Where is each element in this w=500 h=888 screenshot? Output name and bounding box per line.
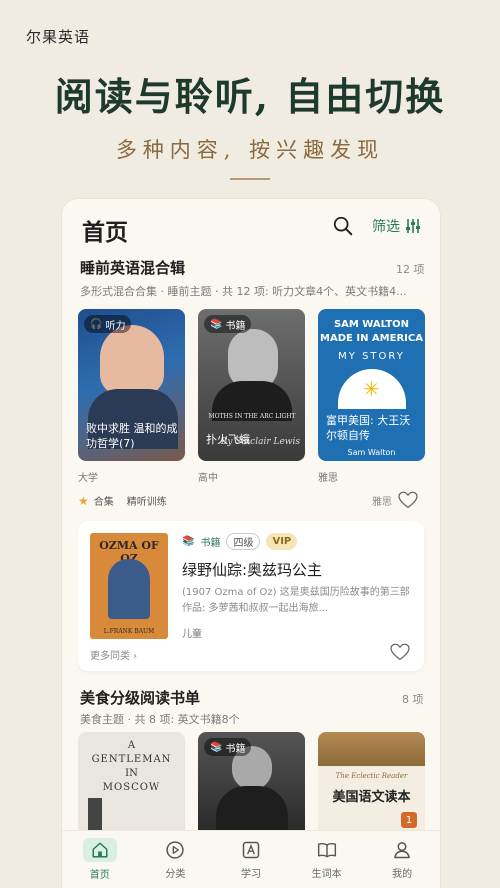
search-icon[interactable] [332,215,354,237]
card-level: 雅思 [318,473,338,484]
app-topbar: 首页 筛选 [62,199,440,255]
tab-label: 分类 [165,869,186,880]
cover-line: SAM WALTON [333,319,410,330]
content-tag: 🎧 听力 [84,315,132,333]
cover-title: MOTHS IN THE ARC LIGHT [208,413,296,420]
cover-line: GENTLEMAN [91,754,172,765]
promo-headline: 阅读与聆听, 自由切换 [54,74,446,119]
book-thumbnail[interactable]: The Eclectic Reader 美国语文读本 1 [318,732,425,832]
books-icon: 📚 [210,318,223,330]
content-card[interactable]: 🎧 听力 败中求胜 温和的成功哲学(7) [78,309,185,461]
heart-icon[interactable] [390,643,410,661]
section-title[interactable]: 美食分级阅读书单 [80,687,200,708]
section-description: 美食主题 · 共 8 项: 英文书籍8个 [80,713,240,726]
a-box-icon [242,841,260,859]
tab-profile[interactable]: 我的 [364,831,440,888]
book-genre: 儿童 [182,629,202,640]
filter-button[interactable]: 筛选 [372,215,422,237]
tab-home[interactable]: 首页 [62,831,138,888]
promo-subhead: 多种内容, 按兴趣发现 [115,138,385,162]
cover-line: MY STORY [338,351,405,362]
books-icon: 📚 [210,741,223,753]
cover-illustration [318,732,425,766]
book-chips: 📚 书籍 四级 VIP [182,533,298,550]
content-card[interactable]: MOTHS IN THE ARC LIGHT By Sinclair Lewis… [198,309,305,461]
volume-badge: 1 [401,812,417,828]
card-caption: 扑火飞蛾 [206,433,250,446]
subhead-divider [230,178,270,180]
person-icon [394,842,411,859]
card-level: 高中 [198,473,218,484]
bottom-tab-bar: 首页 分类 学习 生词本 我的 [62,830,440,888]
cover-line: A [127,740,136,751]
tab-label: 生词本 [311,869,342,880]
book-thumbnail[interactable]: A GENTLEMAN IN MOSCOW [78,732,185,832]
sliders-icon [406,219,420,233]
section-count: 12 项 [396,263,425,276]
cover-line: IN [125,768,138,779]
card-level: 大学 [78,473,98,484]
star-icon: ★ [78,493,89,508]
figure-silhouette [88,798,102,832]
book-cover: OZMA OF OZ L.FRANK BAUM [90,533,168,639]
tab-study[interactable]: 学习 [213,831,289,888]
book-card[interactable]: OZMA OF OZ L.FRANK BAUM 📚 书籍 四级 VIP 绿野仙踪… [78,521,424,671]
collection-label: 合集 [93,497,114,508]
speaker-photo [100,325,164,395]
section-description: 多形式混合合集 · 睡前主题 · 共 12 项: 听力文章4个、英文书籍4... [80,285,407,298]
section-title[interactable]: 睡前英语混合辑 [80,257,185,278]
cover-author: Sam Walton [347,448,396,457]
cover-subtitle: The Eclectic Reader [335,772,408,780]
collection-meta: ★ 合集 精听训练 [78,493,167,509]
tab-label: 首页 [89,870,110,881]
headphones-icon: 🎧 [90,318,103,330]
home-icon [92,842,108,858]
heart-icon[interactable] [398,491,418,509]
vip-badge: VIP [266,533,298,550]
spark-logo-icon: ✳ [363,377,380,401]
card-caption: 败中求胜 温和的成功哲学(7) [86,422,178,450]
brand-logo-text: 尔果英语 [26,28,91,46]
collection-level: 雅思 [372,496,392,508]
cover-title: 美国语文读本 [332,790,411,805]
more-similar-link[interactable]: 更多同类 › [90,647,137,662]
book-cover-figure [108,559,150,619]
content-tag: 📚 书籍 [204,738,252,756]
play-circle-icon [166,841,185,859]
card-caption: 富甲美国: 大王沃尔顿自传 [326,414,411,442]
tab-vocabulary[interactable]: 生词本 [289,831,365,888]
books-icon: 📚 [182,536,195,547]
cover-line: MOSCOW [102,782,161,793]
level-chip: 四级 [226,533,261,550]
collection-meta-right: 雅思 [372,491,418,509]
tab-label: 学习 [240,869,261,880]
book-type: 书籍 [200,538,221,549]
collection-type: 精听训练 [126,497,167,508]
book-thumbnail[interactable]: 📚 书籍 [198,732,305,832]
portrait-dress [216,786,288,832]
book-title: 绿野仙踪:奥兹玛公主 [182,561,323,579]
tab-label: 我的 [392,869,413,880]
cover-line: MADE IN AMERICA [320,333,423,344]
book-icon [317,842,336,858]
content-card[interactable]: SAM WALTON MADE IN AMERICA MY STORY ✳ 富甲… [318,309,425,461]
section-count: 8 项 [402,693,424,706]
book-description: (1907 Ozma of Oz) 这是奥兹国历险故事的第三部作品: 多萝茜和叔… [182,587,410,614]
content-tag: 📚 书籍 [204,315,252,333]
app-screen: 首页 筛选 睡前英语混合辑 12 项 多形式混合合集 · 睡前主题 · 共 12… [62,199,440,888]
page-title: 首页 [82,220,128,246]
book-cover-author: L.FRANK BAUM [103,628,155,635]
filter-label: 筛选 [372,219,400,235]
tab-category[interactable]: 分类 [138,831,214,888]
